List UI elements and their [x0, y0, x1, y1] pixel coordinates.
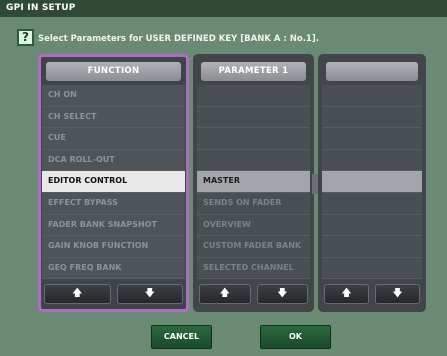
parameter2-column-header	[326, 62, 418, 81]
parameter2-item-empty	[322, 214, 422, 237]
parameter2-item-empty	[322, 236, 422, 258]
function-item-dca-roll-out[interactable]: DCA ROLL-OUT	[42, 149, 185, 172]
parameter1-item-sends-on-fader[interactable]: SENDS ON FADER	[197, 192, 310, 215]
parameter1-item-selected-channel[interactable]: SELECTED CHANNEL	[197, 257, 310, 280]
cancel-button[interactable]: CANCEL	[151, 325, 212, 349]
function-item-geq-freq-bank[interactable]: GEQ FREQ BANK	[42, 257, 185, 280]
parameter2-scroll-up-button[interactable]: 🡅	[324, 284, 369, 304]
parameter1-item-empty	[197, 149, 310, 172]
function-list: CH ON CH SELECT CUE DCA ROLL-OUT EDITOR …	[42, 85, 185, 280]
parameter2-scroll-down-button[interactable]: 🡇	[375, 284, 420, 304]
parameter1-item-custom-fader-bank[interactable]: CUSTOM FADER BANK	[197, 236, 310, 258]
function-item-gain-knob-function[interactable]: GAIN KNOB FUNCTION	[42, 236, 185, 258]
function-scroll-up-button[interactable]: 🡅	[44, 284, 111, 304]
parameter1-scroll-up-button[interactable]: 🡅	[199, 284, 251, 304]
function-scroll-buttons: 🡅 🡇	[44, 284, 183, 304]
function-item-fader-bank-snapshot[interactable]: FADER BANK SNAPSHOT	[42, 214, 185, 237]
function-item-effect-bypass[interactable]: EFFECT BYPASS	[42, 192, 185, 215]
parameter1-column: PARAMETER 1 MASTER SENDS ON FADER OVERVI…	[193, 54, 314, 312]
instruction-text: Select Parameters for USER DEFINED KEY […	[38, 34, 319, 44]
function-scroll-down-button[interactable]: 🡇	[116, 284, 183, 304]
gpi-in-setup-window: GPI IN SETUP ? Select Parameters for USE…	[0, 0, 447, 356]
parameter2-item-empty	[322, 192, 422, 215]
function-item-ch-select[interactable]: CH SELECT	[42, 106, 185, 129]
function-item-ch-on[interactable]: CH ON	[42, 85, 185, 107]
function-item-cue[interactable]: CUE	[42, 128, 185, 150]
parameter1-scroll-down-button[interactable]: 🡇	[256, 284, 308, 304]
parameter1-column-header: PARAMETER 1	[201, 62, 306, 81]
parameter2-item-empty	[322, 149, 422, 172]
parameter2-item-empty	[322, 257, 422, 280]
help-icon[interactable]: ?	[17, 29, 34, 46]
parameter1-item-empty	[197, 85, 310, 107]
window-title: GPI IN SETUP	[0, 0, 447, 17]
function-column-header: FUNCTION	[46, 62, 181, 81]
function-column: FUNCTION CH ON CH SELECT CUE DCA ROLL-OU…	[38, 54, 189, 312]
parameter2-item-empty	[322, 171, 422, 193]
ok-button[interactable]: OK	[260, 325, 331, 349]
parameter1-item-overview[interactable]: OVERVIEW	[197, 214, 310, 237]
parameter2-item-empty	[322, 106, 422, 129]
parameter2-item-empty	[322, 85, 422, 107]
parameter1-item-master[interactable]: MASTER	[197, 171, 310, 193]
parameter1-list: MASTER SENDS ON FADER OVERVIEW CUSTOM FA…	[197, 85, 310, 280]
parameter1-item-empty	[197, 106, 310, 129]
parameter2-list	[322, 85, 422, 280]
parameter2-column: 🡅 🡇	[318, 54, 426, 312]
parameter2-scroll-buttons: 🡅 🡇	[324, 284, 420, 304]
parameter1-item-empty	[197, 128, 310, 150]
function-item-editor-control[interactable]: EDITOR CONTROL	[42, 171, 185, 193]
parameter2-item-empty	[322, 128, 422, 150]
parameter1-scroll-buttons: 🡅 🡇	[199, 284, 308, 304]
